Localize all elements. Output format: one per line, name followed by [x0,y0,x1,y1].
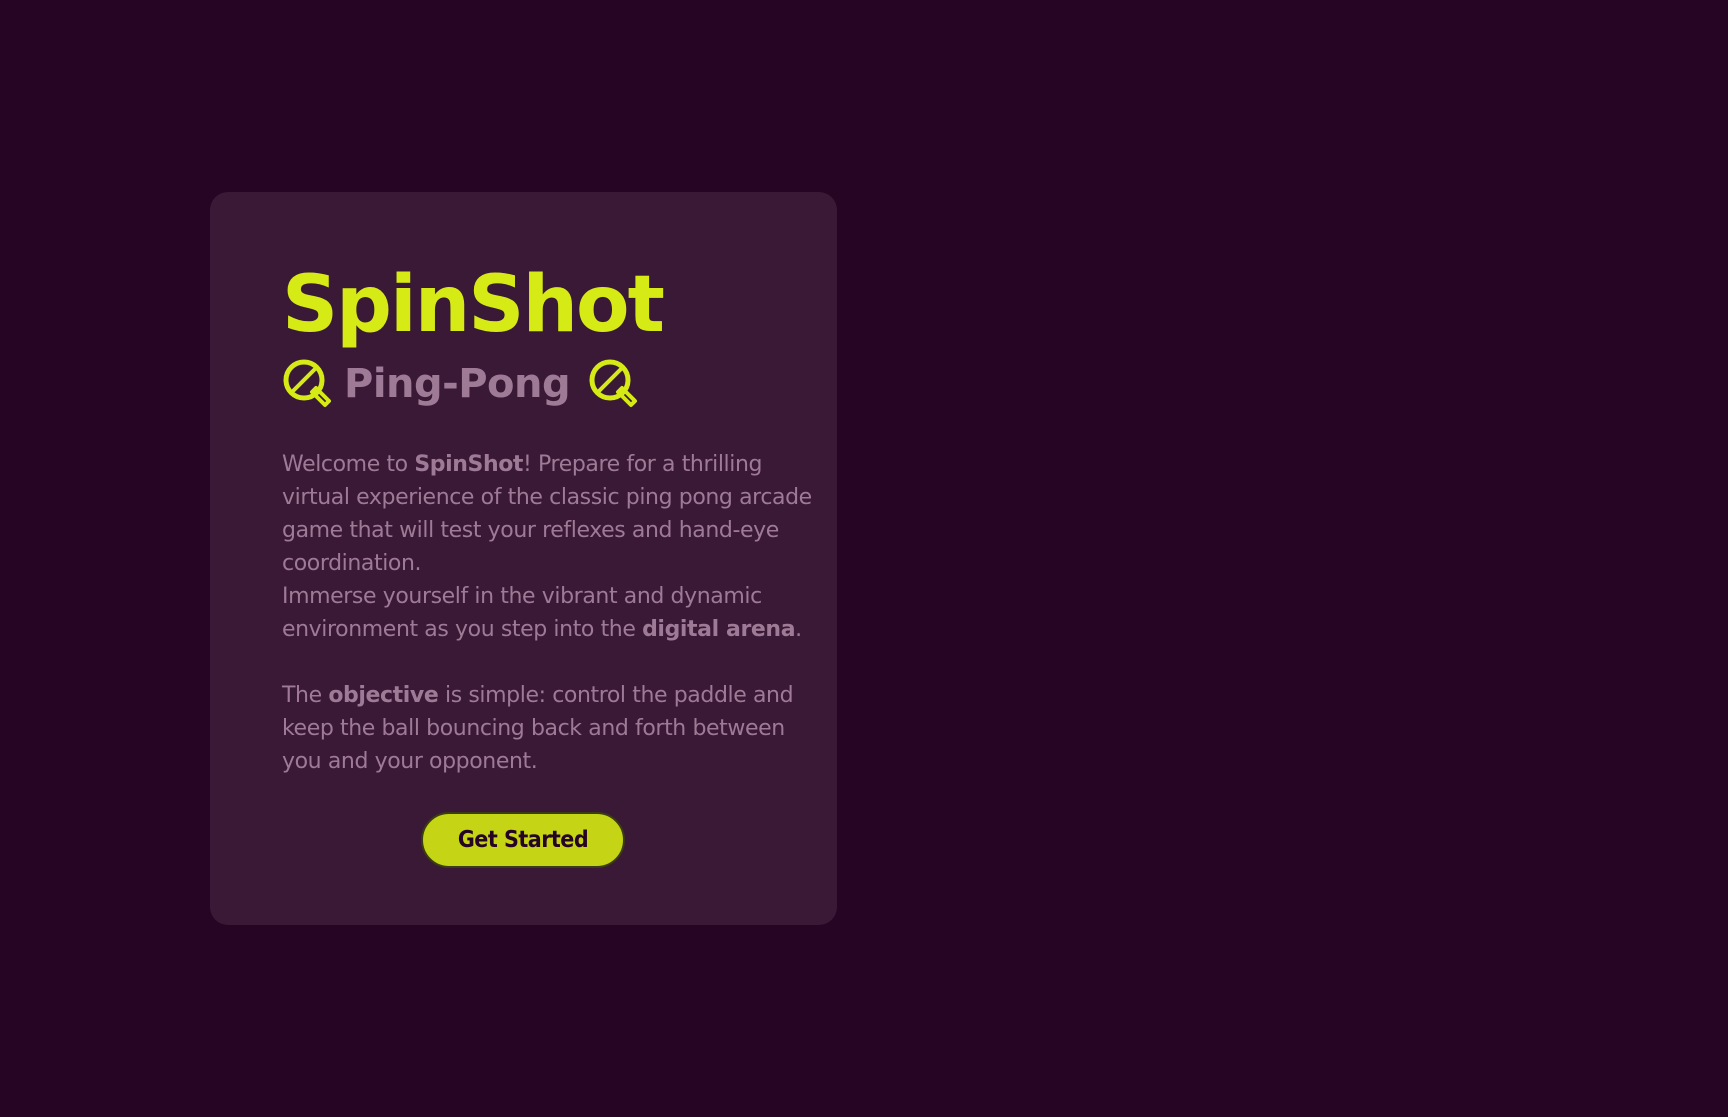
app-subtitle: Ping-Pong [344,361,571,407]
objective-bold: objective [328,683,439,708]
description-paragraph: The objective is simple: control the pad… [282,683,794,774]
description-paragraph: Welcome to SpinShot! Prepare for a thril… [282,452,812,576]
description: Welcome to SpinShot! Prepare for a thril… [282,448,812,778]
intro-card: SpinShot Ping-Pong Welcome to SpinShot! … [210,192,837,925]
app-title: SpinShot [282,260,665,350]
description-paragraph: Immerse yourself in the vibrant and dyna… [282,584,802,642]
ping-pong-paddle-icon [282,358,334,410]
digital-arena-bold: digital arena [642,617,796,642]
get-started-button[interactable]: Get Started [421,812,625,868]
subtitle-row: Ping-Pong [282,356,837,412]
ping-pong-paddle-icon [588,358,640,410]
brand-name-bold: SpinShot [414,452,524,477]
